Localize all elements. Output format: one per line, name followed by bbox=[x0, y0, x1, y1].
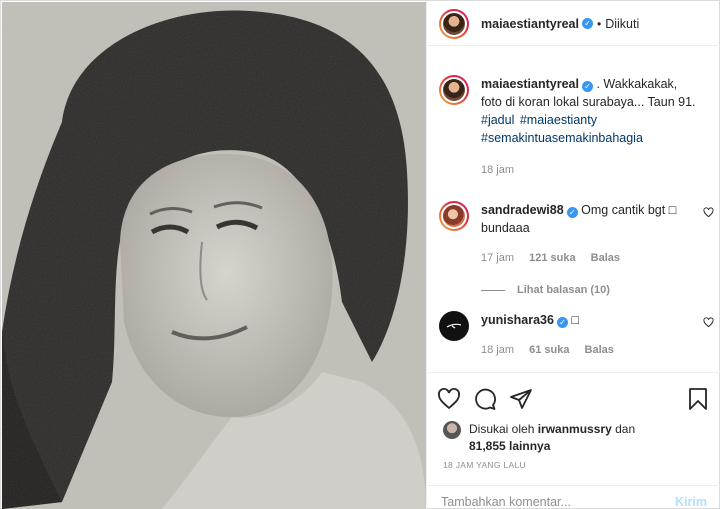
commenter-username[interactable]: sandradewi88 bbox=[481, 203, 564, 217]
like-comment-heart-icon[interactable] bbox=[703, 315, 714, 333]
verified-badge-icon: ✓ bbox=[581, 18, 593, 29]
liker-username[interactable]: irwanmussry bbox=[538, 422, 612, 436]
likes-middle: dan bbox=[615, 422, 636, 436]
send-comment-button[interactable]: Kirim bbox=[675, 495, 707, 509]
scroll-fade bbox=[427, 365, 720, 372]
comment-item: sandradewi88 ✓ Omg cantik bgt □ bundaaa 1… bbox=[439, 201, 714, 299]
likes-count[interactable]: 81,855 lainnya bbox=[469, 439, 550, 453]
liker-avatar[interactable] bbox=[443, 421, 461, 439]
comment-list[interactable]: maiaestiantyreal ✓ . Wakkakakak, foto di … bbox=[427, 47, 720, 372]
heart-icon[interactable] bbox=[437, 387, 461, 416]
bookmark-icon[interactable] bbox=[687, 387, 709, 416]
post-header: maiaestiantyreal ✓ • Diikuti bbox=[427, 2, 720, 46]
comment-icon[interactable] bbox=[473, 387, 497, 416]
commenter-avatar[interactable] bbox=[439, 201, 469, 231]
author-username[interactable]: maiaestiantyreal bbox=[481, 17, 579, 31]
instagram-post-window: maiaestiantyreal ✓ • Diikuti maiaestiant… bbox=[0, 0, 720, 509]
reply-button[interactable]: Balas bbox=[591, 252, 620, 264]
comment-input[interactable]: Tambahkan komentar... bbox=[441, 495, 675, 509]
post-actions: Disukai oleh irwanmussry dan 81,855 lain… bbox=[427, 372, 720, 509]
author-avatar[interactable] bbox=[439, 8, 469, 39]
verified-badge-icon: ✓ bbox=[556, 317, 568, 328]
post-timestamp[interactable]: 18 JAM YANG LALU bbox=[443, 460, 526, 470]
comment-time[interactable]: 17 jam bbox=[481, 252, 514, 264]
photo-illustration bbox=[2, 2, 426, 509]
commenter-username[interactable]: yunishara36 bbox=[481, 313, 554, 327]
view-replies-label: Lihat balasan (10) bbox=[517, 284, 610, 296]
comment-likes[interactable]: 61 suka bbox=[529, 344, 569, 356]
caption-item: maiaestiantyreal ✓ . Wakkakakak, foto di … bbox=[439, 75, 714, 179]
follow-status[interactable]: Diikuti bbox=[605, 17, 639, 31]
comment-item: yunishara36 ✓ □ 18 jam 61 suka Balas bbox=[439, 311, 714, 359]
reply-button[interactable]: Balas bbox=[585, 344, 614, 356]
comment-likes[interactable]: 121 suka bbox=[529, 252, 575, 264]
post-side-panel: maiaestiantyreal ✓ • Diikuti maiaestiant… bbox=[426, 2, 720, 509]
caption-hashtags[interactable]: #jadul #maiaestianty #semakintuasemakinb… bbox=[481, 111, 701, 147]
comment-text: □ bbox=[571, 313, 580, 327]
likes-prefix: Disukai oleh bbox=[469, 422, 535, 436]
likes-summary: Disukai oleh irwanmussry dan 81,855 lain… bbox=[443, 421, 635, 455]
share-icon[interactable] bbox=[509, 387, 533, 416]
replies-line bbox=[481, 289, 505, 291]
comment-time[interactable]: 18 jam bbox=[481, 344, 514, 356]
view-replies-button[interactable]: Lihat balasan (10) bbox=[481, 281, 701, 299]
caption-avatar[interactable] bbox=[439, 75, 469, 105]
separator-dot: • bbox=[596, 16, 602, 31]
like-comment-heart-icon[interactable] bbox=[703, 205, 714, 223]
caption-username[interactable]: maiaestiantyreal bbox=[481, 77, 579, 91]
post-photo[interactable] bbox=[2, 2, 426, 509]
commenter-avatar[interactable] bbox=[439, 311, 469, 341]
verified-badge-icon: ✓ bbox=[566, 207, 578, 218]
caption-time[interactable]: 18 jam bbox=[481, 164, 514, 176]
add-comment-bar: Tambahkan komentar... Kirim bbox=[427, 485, 720, 509]
verified-badge-icon: ✓ bbox=[581, 81, 593, 92]
